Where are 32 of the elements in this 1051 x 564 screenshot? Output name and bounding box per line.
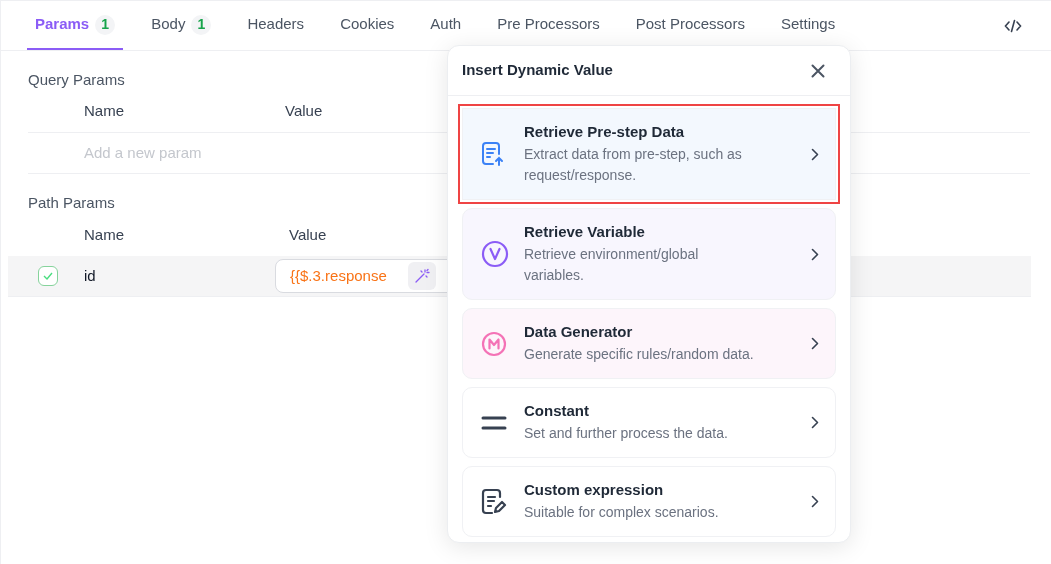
column-header: Name [84,101,125,122]
param-name: id [84,265,97,286]
tab[interactable]: Params 1 [27,1,124,50]
menu-item-title: Data Generator [524,322,634,342]
count-badge: 1 [191,14,212,35]
menu-item[interactable]: Data Generator Generate specific rules/random data. [462,308,836,379]
menu-item-title: Constant [524,401,590,421]
tab[interactable]: Auth [422,1,470,50]
tab[interactable]: Cookies [332,1,403,50]
menu-item-description: Extract data from pre-step, such as request/response. [524,145,743,185]
column-header: Value [285,101,323,122]
menu-item-title: Retrieve Pre-step Data [524,122,686,142]
tab[interactable]: Settings [772,1,844,50]
tab[interactable]: Body 1 [143,1,220,50]
menu-item-description: Set and further process the data. [524,424,729,443]
menu-item-title: Retrieve Variable [524,222,646,242]
menu-item[interactable]: Custom expression Suitable for complex scenarios. [462,466,836,537]
menu-item-title: Custom expression [524,480,665,500]
section-title: Query Params [28,70,125,90]
column-header: Value [289,224,327,245]
tab[interactable]: Pre Processors [489,1,608,50]
menu-item-description: Generate specific rules/random data. [524,345,755,364]
menu-item[interactable]: Retrieve Variable Retrieve environment/global variables. [462,208,836,300]
column-header: Name [84,224,125,245]
new-param-field[interactable]: Add a new param [84,141,384,165]
menu-item-description: Suitable for complex scenarios. [524,503,720,522]
section-title: Path Params [28,193,115,213]
menu-item[interactable]: Constant Set and further process the data. [462,387,836,458]
count-badge: 1 [95,14,116,35]
tab[interactable]: Headers [239,1,313,50]
popup-title: Insert Dynamic Value [462,60,614,81]
tab[interactable]: Post Processors [627,1,753,50]
